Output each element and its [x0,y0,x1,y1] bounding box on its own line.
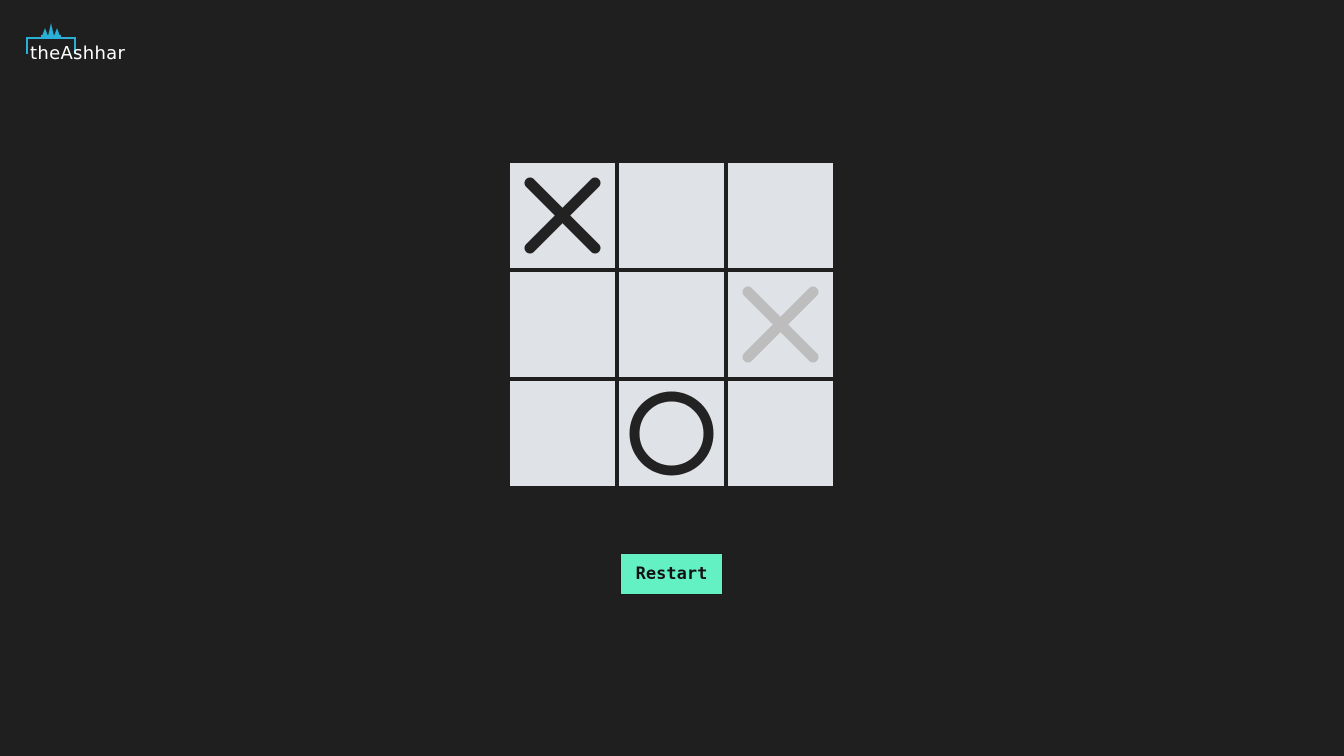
board-cell-3-3[interactable] [728,381,833,486]
board-cell-1-1[interactable] [510,163,615,268]
board-cell-2-1[interactable] [510,272,615,377]
restart-button[interactable]: Restart [620,553,723,595]
board-cell-3-1[interactable] [510,381,615,486]
brand-logo: theAshhar [26,22,136,64]
x-mark-icon [524,177,601,254]
board-cell-1-3[interactable] [728,163,833,268]
x-preview-mark-icon [742,286,819,363]
o-mark-icon [629,391,714,476]
board-cell-1-2[interactable] [619,163,724,268]
board-cell-2-2[interactable] [619,272,724,377]
board-cell-3-2[interactable] [619,381,724,486]
game-board [510,163,834,487]
board-cell-2-3[interactable] [728,272,833,377]
logo-text: theAshhar [30,43,126,64]
